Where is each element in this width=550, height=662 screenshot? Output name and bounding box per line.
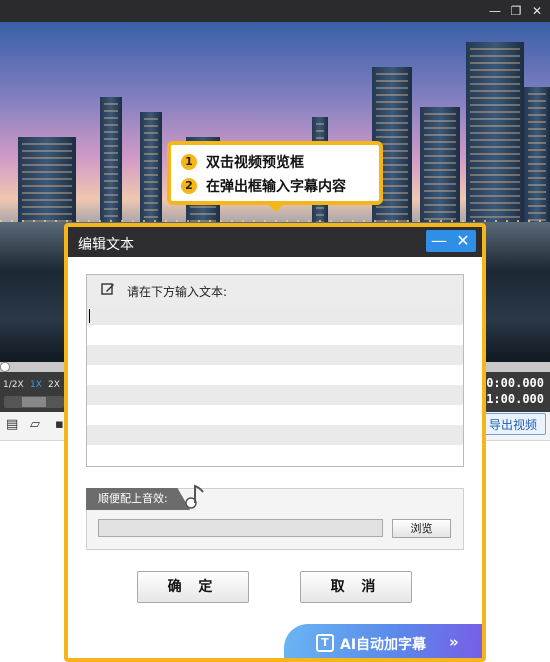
step-text: 双击视频预览框 (206, 155, 304, 171)
skyline-building (466, 42, 524, 227)
music-note-icon (185, 484, 204, 509)
close-icon[interactable]: ✕ (451, 231, 475, 251)
time-total: 1:00.000 (486, 392, 544, 406)
skyline-building (140, 112, 162, 227)
dialog-title-bar: 编辑文本 — ✕ (68, 227, 482, 257)
skyline-building (524, 87, 550, 227)
tip-step: 2 在弹出框输入字幕内容 (181, 175, 346, 197)
progress-knob[interactable] (0, 362, 10, 372)
edit-text-dialog: 编辑文本 — ✕ 请在下方输入文本: 顺便配上音效: 浏览 确 定 取 消 T … (64, 223, 486, 662)
text-input-line[interactable] (87, 325, 463, 345)
subtitle-tool-icon[interactable]: ▤ (6, 418, 20, 432)
skyline-building (100, 97, 122, 227)
app-title-bar: — ❐ ✕ (0, 0, 550, 22)
skyline-building (420, 107, 460, 227)
text-input-line[interactable] (87, 345, 463, 365)
sound-label: 顺便配上音效: (86, 488, 190, 510)
close-icon[interactable]: ✕ (528, 2, 546, 20)
callout-pointer (267, 203, 285, 212)
text-editor-box: 请在下方输入文本: (86, 274, 464, 467)
text-input-line[interactable] (87, 385, 463, 405)
speed-half[interactable]: 1/2X (3, 380, 24, 390)
tip-step: 1 双击视频预览框 (181, 151, 304, 173)
text-caret (89, 309, 90, 323)
dialog-window-buttons: — ✕ (426, 230, 476, 252)
tip-callout: 1 双击视频预览框 2 在弹出框输入字幕内容 (167, 141, 383, 212)
editor-label: 请在下方输入文本: (127, 285, 228, 299)
step-text: 在弹出框输入字幕内容 (206, 179, 346, 195)
sound-file-input[interactable] (98, 519, 383, 537)
editor-header: 请在下方输入文本: (87, 275, 463, 306)
ok-button[interactable]: 确 定 (137, 571, 249, 603)
chevron-right-icon: » (449, 633, 459, 651)
minimize-icon[interactable]: — (486, 2, 504, 20)
ai-subtitle-button[interactable]: T AI自动加字幕 » (284, 624, 482, 658)
text-input-line[interactable] (87, 365, 463, 385)
ai-subtitle-label: AI自动加字幕 (340, 637, 427, 653)
text-input-line[interactable] (87, 305, 463, 325)
skyline-building (18, 137, 76, 227)
edit-icon (101, 283, 114, 295)
text-input-line[interactable] (87, 425, 463, 445)
text-input-line[interactable] (87, 405, 463, 425)
browse-button[interactable]: 浏览 (392, 519, 451, 538)
frame-seek-control[interactable] (4, 396, 64, 408)
minimize-icon[interactable]: — (427, 231, 451, 251)
speed-2x[interactable]: 2X (48, 380, 60, 390)
restore-icon[interactable]: ❐ (507, 2, 525, 20)
text-input-line[interactable] (87, 445, 463, 465)
time-current: 0:00.000 (486, 376, 544, 390)
step-number: 2 (181, 178, 197, 194)
cancel-button[interactable]: 取 消 (300, 571, 412, 603)
ai-subtitle-icon: T (316, 634, 334, 652)
open-folder-icon[interactable]: ▱ (30, 418, 44, 432)
dialog-title: 编辑文本 (78, 237, 134, 253)
speed-1x[interactable]: 1X (30, 380, 42, 390)
step-number: 1 (181, 154, 197, 170)
export-video-button[interactable]: 导出视频 (480, 413, 546, 435)
sound-effect-panel: 顺便配上音效: 浏览 (86, 484, 464, 550)
